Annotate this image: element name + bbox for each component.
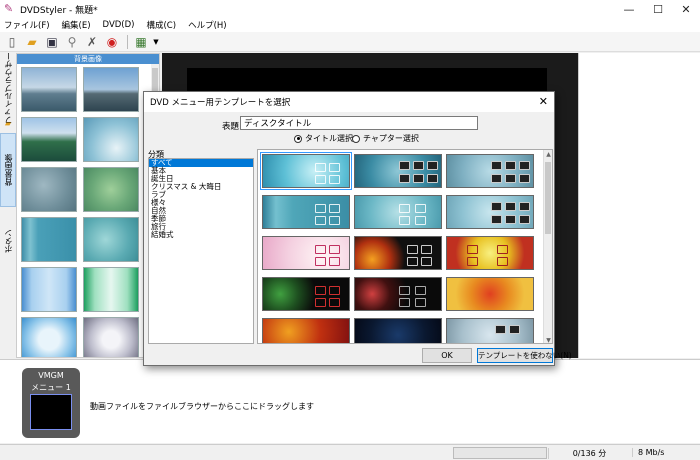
background-thumbnail[interactable] (21, 217, 77, 262)
scroll-up-icon[interactable]: ▲ (544, 150, 552, 159)
background-thumbnail[interactable] (83, 67, 139, 112)
template-thumbnail[interactable] (354, 195, 442, 229)
menu-1-thumbnail[interactable] (30, 394, 72, 430)
background-thumbnail[interactable] (21, 317, 77, 357)
template-thumbnail[interactable] (446, 277, 534, 311)
background-thumbnail[interactable] (21, 267, 77, 312)
background-thumbnail[interactable] (83, 117, 139, 162)
dialog-title: DVD メニュー用テンプレートを選択 (150, 98, 291, 108)
category-item[interactable]: 結婚式 (149, 231, 253, 239)
tab-file-browser[interactable]: ファイルブラウザー (0, 52, 16, 124)
disc-size-text: 0/136 分 (548, 448, 630, 459)
scroll-down-icon[interactable]: ▼ (544, 336, 552, 343)
template-thumbnail[interactable] (262, 277, 350, 311)
titleset-pane: VMGM メニュー 1 動画ファイルをファイルブラウザーからここにドラッグします (0, 359, 700, 443)
magic-wand-icon[interactable]: ⚲ (63, 33, 81, 51)
chevron-down-icon[interactable]: ▼ (152, 33, 160, 51)
toolbar: ▯ ▰ ▣ ⚲ ✗ ◉ ▦ ▼ (0, 32, 700, 52)
vmgm-label: VMGM (38, 371, 64, 380)
background-thumbnail[interactable] (83, 217, 139, 262)
background-thumbnail[interactable] (83, 167, 139, 212)
category-list[interactable]: すべて 基本 誕生日 クリスマス & 大晦日 ラブ 様々 自然 季節 旅行 結婚… (148, 158, 254, 344)
tab-buttons[interactable]: ボタン (0, 221, 16, 261)
template-thumbnail[interactable] (354, 277, 442, 311)
background-thumbnail[interactable] (21, 167, 77, 212)
template-gallery-scrollbar[interactable]: ▲ ▼ (543, 150, 552, 343)
disc-title-input[interactable] (240, 116, 478, 130)
maximize-button[interactable]: ☐ (643, 0, 673, 18)
menu-help[interactable]: ヘルプ(H) (188, 19, 227, 31)
folder-icon: ▰ (4, 118, 12, 128)
template-thumbnail[interactable] (354, 154, 442, 188)
menu-dvd[interactable]: DVD(D) (103, 20, 135, 30)
left-tab-strip: ファイルブラウザー ▰ 背景画像 ボタン (0, 52, 16, 358)
minimize-button[interactable]: — (614, 0, 644, 18)
background-thumbnail[interactable] (21, 117, 77, 162)
radio-dot (352, 134, 360, 143)
title-label: 表題: (222, 122, 242, 132)
toolbar-separator (127, 34, 128, 49)
background-panel-header: 背景画像 (17, 54, 159, 64)
template-thumbnail[interactable] (354, 318, 442, 343)
no-template-button[interactable]: テンプレートを使わない(N) (477, 348, 572, 363)
dialog-close-button[interactable]: ✕ (539, 95, 548, 108)
template-thumbnail[interactable] (354, 236, 442, 270)
template-thumbnail[interactable] (446, 154, 534, 188)
properties-panel (578, 53, 700, 358)
template-thumbnail[interactable] (446, 195, 534, 229)
background-thumbnail[interactable] (83, 317, 139, 357)
vmgm-menu-box[interactable]: VMGM メニュー 1 (22, 368, 80, 438)
scrollbar-thumb[interactable] (545, 162, 551, 234)
tab-backgrounds[interactable]: 背景画像 (0, 133, 16, 207)
menu-config[interactable]: 構成(C) (146, 19, 176, 31)
radio-chapter-selection[interactable]: チャプター選択 (352, 133, 419, 144)
template-thumbnail[interactable] (262, 236, 350, 270)
menu-file[interactable]: ファイル(F) (4, 19, 50, 31)
template-gallery: ▲ ▼ (257, 149, 553, 344)
menu-bar: ファイル(F) 編集(E) DVD(D) 構成(C) ヘルプ(H) (0, 18, 700, 32)
add-file-icon[interactable]: ▦ (132, 33, 150, 51)
burn-disc-icon[interactable]: ◉ (103, 33, 121, 51)
template-select-dialog: DVD メニュー用テンプレートを選択 ✕ 表題: タイトル選択 チャプター選択 … (143, 91, 572, 366)
save-icon[interactable]: ▣ (43, 33, 61, 51)
dvdstyler-app-icon: ✎ (4, 2, 14, 15)
tools-icon[interactable]: ✗ (83, 33, 101, 51)
background-thumbnail[interactable] (21, 67, 77, 112)
template-thumbnail[interactable] (446, 318, 534, 343)
radio-selected-dot (294, 134, 302, 143)
drag-hint-text: 動画ファイルをファイルブラウザーからここにドラッグします (90, 402, 314, 411)
template-thumbnail[interactable] (262, 195, 350, 229)
status-bar: 0/136 分 8 Mb/s (0, 444, 700, 460)
open-folder-icon[interactable]: ▰ (23, 33, 41, 51)
dialog-title-bar: DVD メニュー用テンプレートを選択 ✕ (144, 92, 554, 112)
radio-title-selection[interactable]: タイトル選択 (294, 133, 353, 144)
template-thumbnail[interactable] (260, 152, 352, 190)
menu-1-label: メニュー 1 (31, 383, 71, 392)
bitrate-text: 8 Mb/s (632, 448, 664, 457)
window-title: DVDStyler - 無題* (20, 5, 98, 16)
template-thumbnail[interactable] (262, 318, 350, 343)
template-thumbnail[interactable] (446, 236, 534, 270)
menu-edit[interactable]: 編集(E) (62, 19, 91, 31)
background-image-panel: 背景画像 (16, 53, 160, 358)
background-thumbnail[interactable] (83, 267, 139, 312)
title-bar: ✎ DVDStyler - 無題* — ☐ ✕ (0, 0, 700, 18)
disc-usage-progress (453, 447, 547, 459)
new-file-icon[interactable]: ▯ (3, 33, 21, 51)
close-button[interactable]: ✕ (671, 0, 700, 18)
ok-button[interactable]: OK (422, 348, 472, 363)
